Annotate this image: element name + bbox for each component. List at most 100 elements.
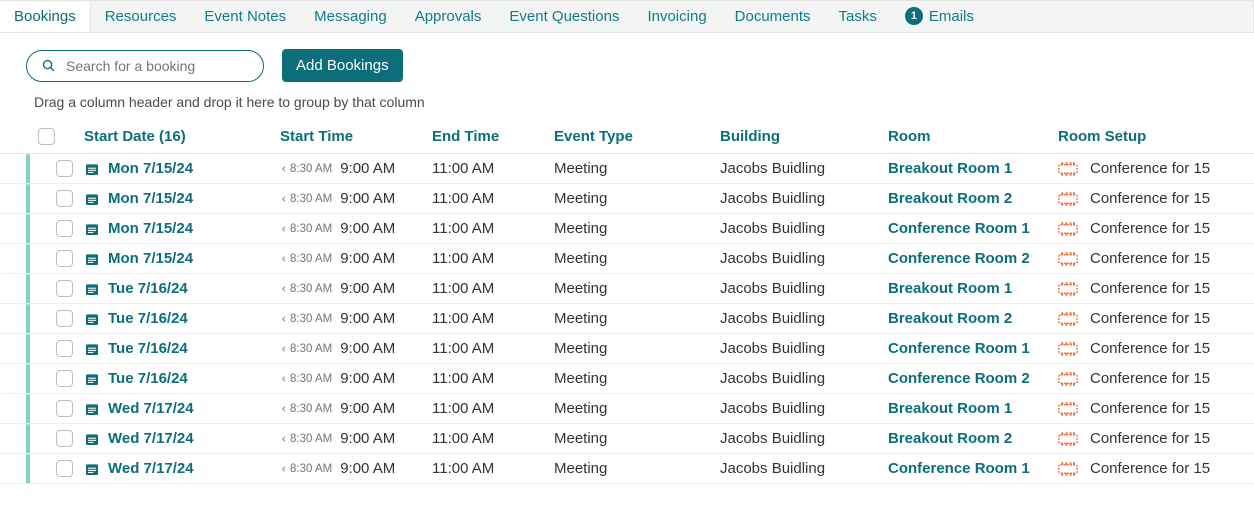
early-time: 8:30 AM — [280, 373, 332, 385]
tab-invoicing[interactable]: Invoicing — [633, 2, 720, 32]
cell-end-time: 11:00 AM — [432, 190, 554, 207]
room-setup-icon — [1058, 251, 1078, 267]
cell-room[interactable]: Breakout Room 1 — [888, 400, 1058, 417]
cell-room[interactable]: Conference Room 1 — [888, 340, 1058, 357]
start-date-link[interactable]: Wed 7/17/24 — [108, 400, 194, 417]
tab-label: Emails — [929, 8, 974, 25]
room-link[interactable]: Breakout Room 1 — [888, 400, 1012, 417]
cell-room[interactable]: Breakout Room 1 — [888, 160, 1058, 177]
cell-start-time: 8:30 AM9:00 AM — [280, 310, 432, 327]
cell-start-date[interactable]: Mon 7/15/24 — [84, 220, 280, 237]
select-all-checkbox[interactable] — [38, 128, 55, 145]
room-link[interactable]: Breakout Room 1 — [888, 160, 1012, 177]
cell-end-time: 11:00 AM — [432, 370, 554, 387]
row-checkbox[interactable] — [56, 460, 73, 477]
cell-start-date[interactable]: Tue 7/16/24 — [84, 370, 280, 387]
col-room-setup[interactable]: Room Setup — [1058, 128, 1254, 145]
search-input[interactable] — [64, 57, 249, 75]
room-setup-value: Conference for 15 — [1090, 430, 1210, 447]
cell-room[interactable]: Conference Room 1 — [888, 220, 1058, 237]
tab-bookings[interactable]: Bookings — [0, 2, 91, 32]
early-time: 8:30 AM — [280, 403, 332, 415]
tab-resources[interactable]: Resources — [91, 2, 191, 32]
cell-start-date[interactable]: Mon 7/15/24 — [84, 160, 280, 177]
chevron-left-icon — [280, 225, 288, 233]
room-link[interactable]: Breakout Room 1 — [888, 280, 1012, 297]
cell-building: Jacobs Buidling — [720, 250, 888, 267]
tab-approvals[interactable]: Approvals — [401, 2, 496, 32]
row-checkbox[interactable] — [56, 370, 73, 387]
start-date-link[interactable]: Mon 7/15/24 — [108, 250, 193, 267]
row-checkbox[interactable] — [56, 400, 73, 417]
row-checkbox[interactable] — [56, 160, 73, 177]
room-setup-icon — [1058, 281, 1078, 297]
cell-start-date[interactable]: Mon 7/15/24 — [84, 190, 280, 207]
cell-start-date[interactable]: Wed 7/17/24 — [84, 430, 280, 447]
calendar-icon — [84, 281, 100, 297]
cell-start-date[interactable]: Wed 7/17/24 — [84, 460, 280, 477]
room-link[interactable]: Conference Room 2 — [888, 370, 1030, 387]
group-by-hint[interactable]: Drag a column header and drop it here to… — [0, 92, 1254, 120]
tab-documents[interactable]: Documents — [721, 2, 825, 32]
search-booking[interactable] — [26, 50, 264, 82]
col-room[interactable]: Room — [888, 128, 1058, 145]
col-start-date[interactable]: Start Date (16) — [84, 128, 280, 145]
cell-room[interactable]: Breakout Room 2 — [888, 430, 1058, 447]
row-checkbox[interactable] — [56, 220, 73, 237]
cell-room-setup: Conference for 15 — [1058, 190, 1254, 207]
row-checkbox[interactable] — [56, 250, 73, 267]
start-date-link[interactable]: Tue 7/16/24 — [108, 310, 188, 327]
cell-room-setup: Conference for 15 — [1058, 250, 1254, 267]
cell-room[interactable]: Breakout Room 1 — [888, 280, 1058, 297]
start-date-link[interactable]: Wed 7/17/24 — [108, 460, 194, 477]
cell-start-date[interactable]: Tue 7/16/24 — [84, 310, 280, 327]
col-event-type[interactable]: Event Type — [554, 128, 720, 145]
start-date-link[interactable]: Mon 7/15/24 — [108, 190, 193, 207]
room-link[interactable]: Conference Room 1 — [888, 460, 1030, 477]
tab-messaging[interactable]: Messaging — [300, 2, 401, 32]
start-date-link[interactable]: Mon 7/15/24 — [108, 160, 193, 177]
row-checkbox[interactable] — [56, 340, 73, 357]
start-date-link[interactable]: Tue 7/16/24 — [108, 280, 188, 297]
row-checkbox[interactable] — [56, 430, 73, 447]
col-end-time[interactable]: End Time — [432, 128, 554, 145]
chevron-left-icon — [280, 165, 288, 173]
row-checkbox[interactable] — [56, 190, 73, 207]
room-link[interactable]: Conference Room 1 — [888, 340, 1030, 357]
cell-room[interactable]: Conference Room 1 — [888, 460, 1058, 477]
cell-start-date[interactable]: Tue 7/16/24 — [84, 340, 280, 357]
row-checkbox[interactable] — [56, 280, 73, 297]
add-bookings-button[interactable]: Add Bookings — [282, 49, 403, 82]
tab-label: Bookings — [14, 8, 76, 25]
start-date-link[interactable]: Wed 7/17/24 — [108, 430, 194, 447]
chevron-left-icon — [280, 315, 288, 323]
cell-start-time: 8:30 AM9:00 AM — [280, 430, 432, 447]
cell-room[interactable]: Conference Room 2 — [888, 250, 1058, 267]
room-link[interactable]: Breakout Room 2 — [888, 310, 1012, 327]
cell-start-date[interactable]: Tue 7/16/24 — [84, 280, 280, 297]
table-header-row: Start Date (16) Start Time End Time Even… — [0, 120, 1254, 154]
cell-building: Jacobs Buidling — [720, 430, 888, 447]
room-link[interactable]: Breakout Room 2 — [888, 190, 1012, 207]
col-building[interactable]: Building — [720, 128, 888, 145]
cell-building: Jacobs Buidling — [720, 370, 888, 387]
row-checkbox[interactable] — [56, 310, 73, 327]
start-date-link[interactable]: Tue 7/16/24 — [108, 340, 188, 357]
calendar-icon — [84, 341, 100, 357]
cell-start-date[interactable]: Mon 7/15/24 — [84, 250, 280, 267]
tab-event-notes[interactable]: Event Notes — [190, 2, 300, 32]
room-link[interactable]: Conference Room 2 — [888, 250, 1030, 267]
col-start-time[interactable]: Start Time — [280, 128, 432, 145]
start-date-link[interactable]: Tue 7/16/24 — [108, 370, 188, 387]
room-link[interactable]: Breakout Room 2 — [888, 430, 1012, 447]
tab-emails[interactable]: 1Emails — [891, 1, 988, 32]
cell-start-date[interactable]: Wed 7/17/24 — [84, 400, 280, 417]
cell-room[interactable]: Conference Room 2 — [888, 370, 1058, 387]
tab-event-questions[interactable]: Event Questions — [495, 2, 633, 32]
cell-room[interactable]: Breakout Room 2 — [888, 310, 1058, 327]
start-date-link[interactable]: Mon 7/15/24 — [108, 220, 193, 237]
cell-room[interactable]: Breakout Room 2 — [888, 190, 1058, 207]
table-row: Wed 7/17/248:30 AM9:00 AM11:00 AMMeeting… — [0, 424, 1254, 454]
room-link[interactable]: Conference Room 1 — [888, 220, 1030, 237]
tab-tasks[interactable]: Tasks — [825, 2, 891, 32]
